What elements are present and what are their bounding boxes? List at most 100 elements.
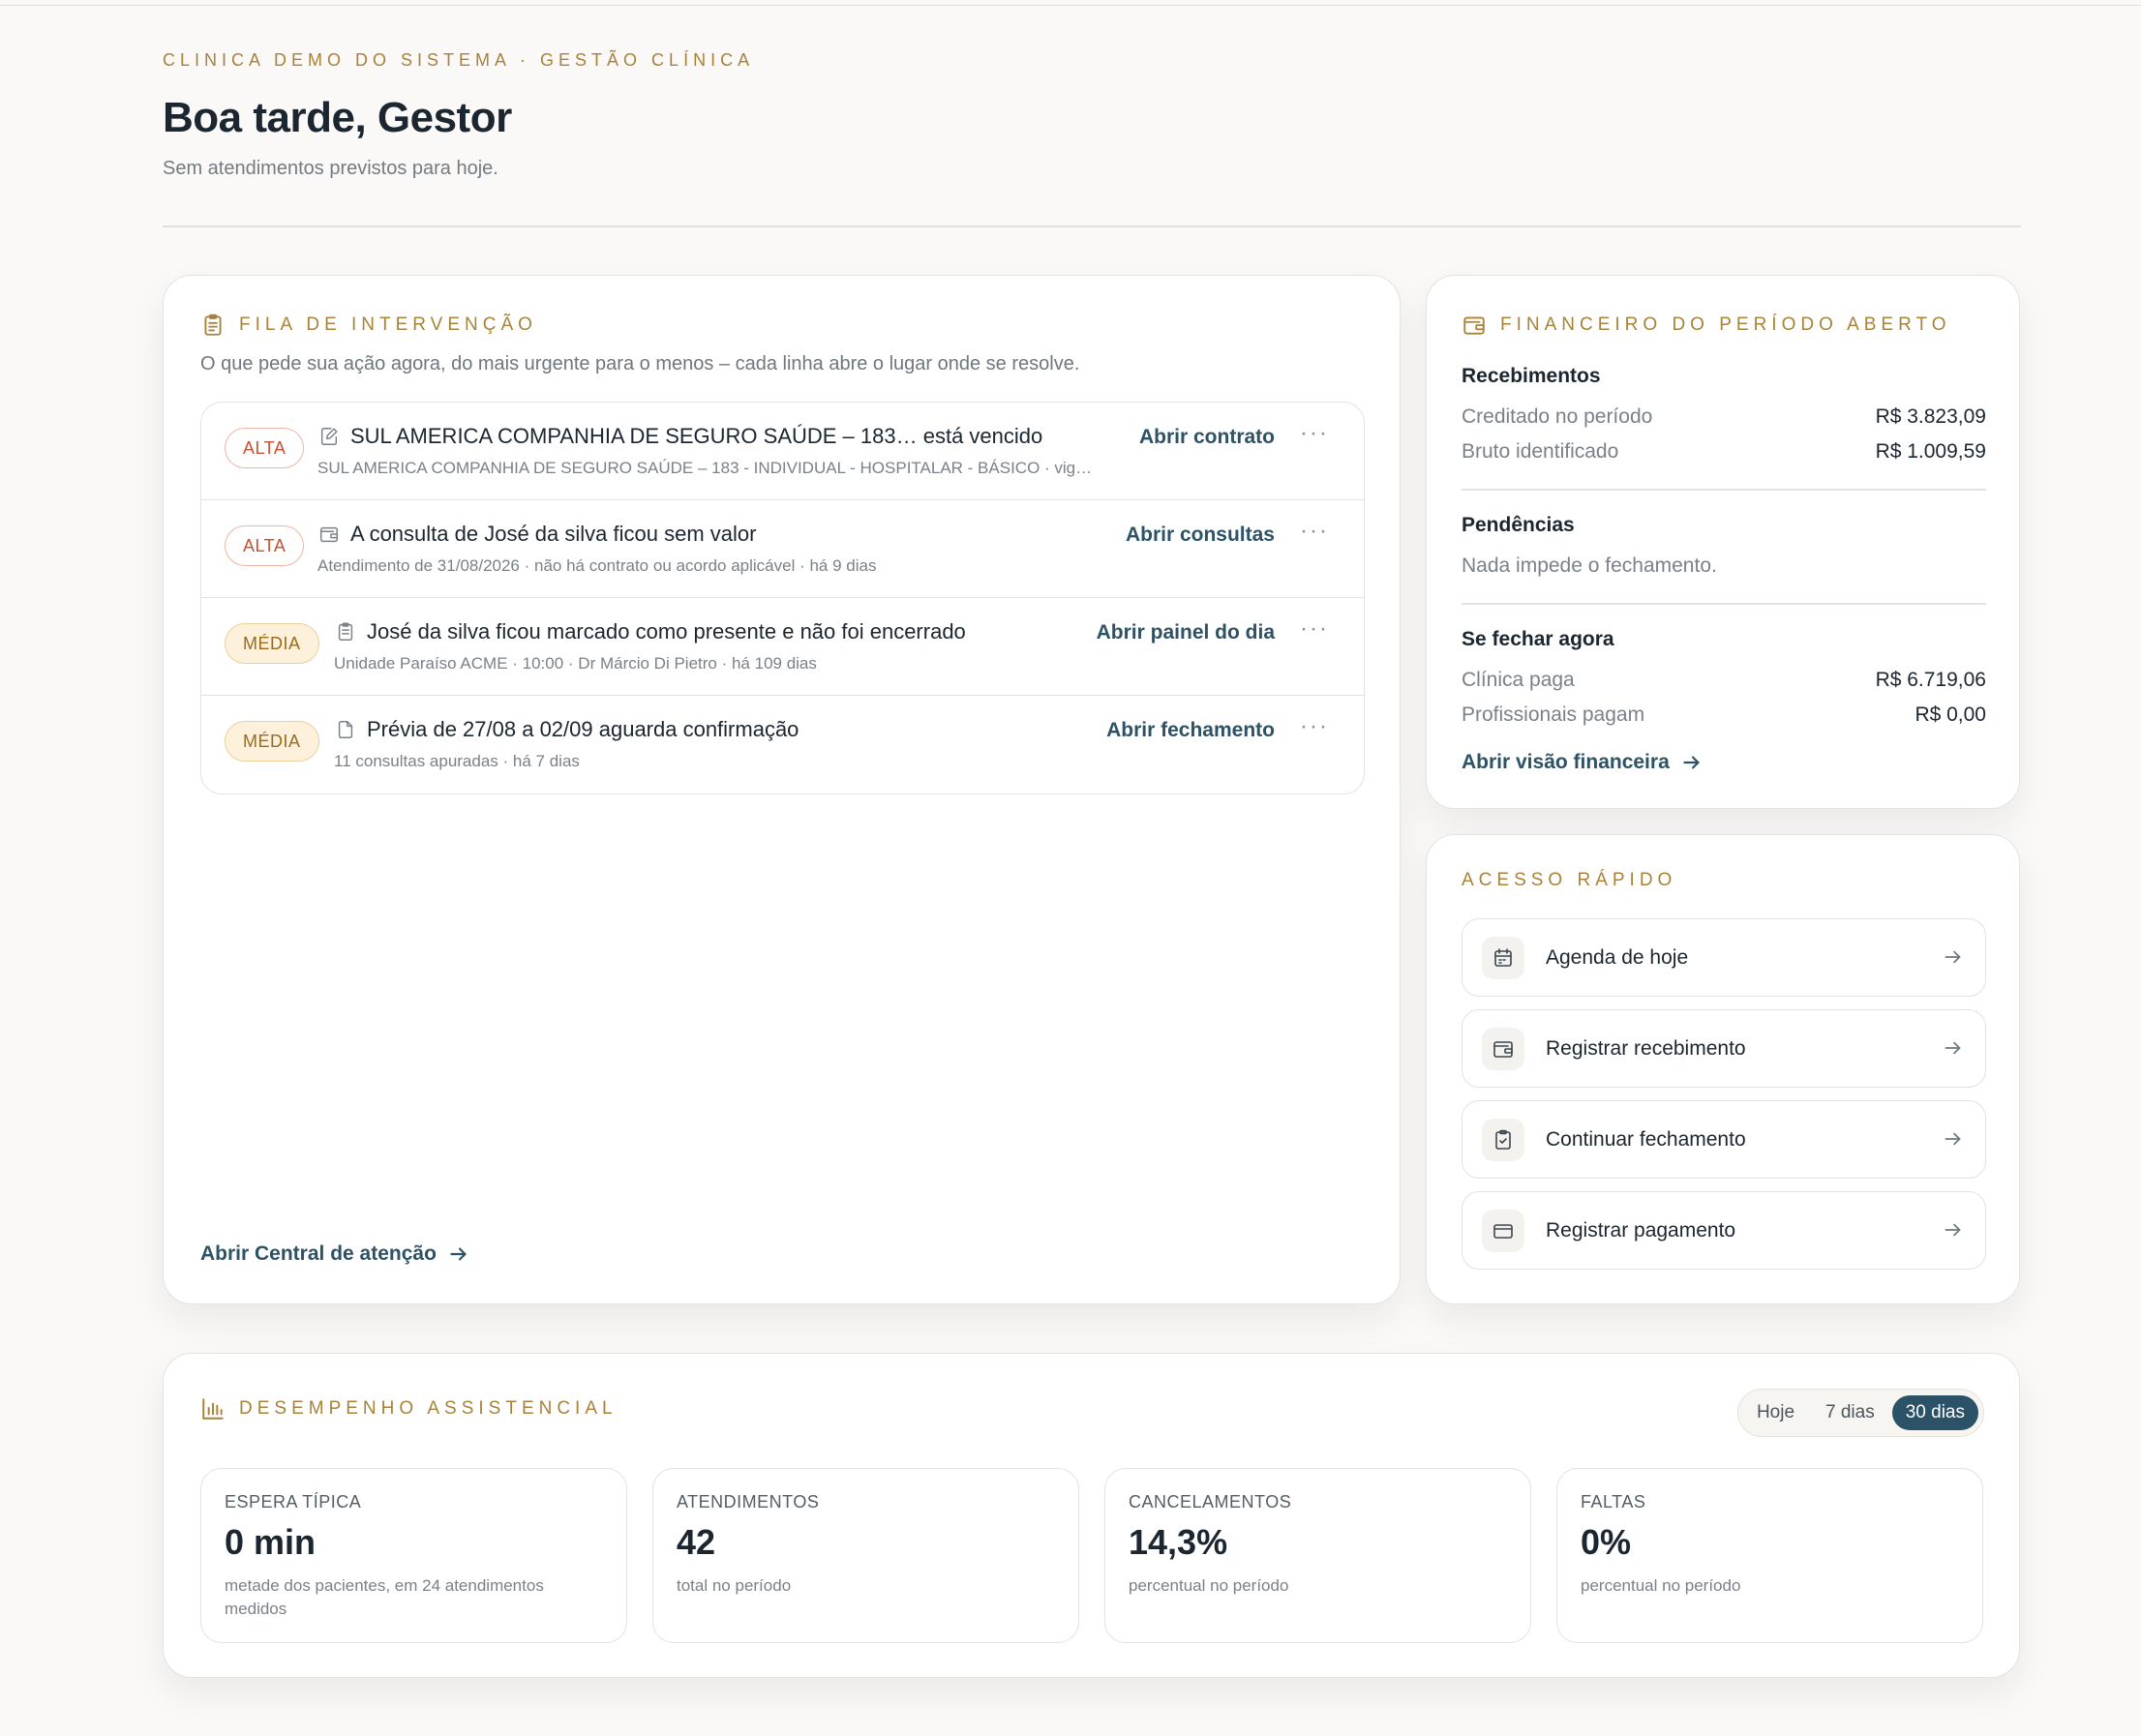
quick-access-card: ACESSO RÁPIDO Agenda de hoje Registrar r…	[1426, 834, 2020, 1304]
finance-row-label: Creditado no período	[1462, 405, 1653, 428]
intervention-list: ALTA SUL AMERICA COMPANHIA DE SEGURO SAÚ…	[200, 402, 1365, 794]
intervention-queue-card: FILA DE INTERVENÇÃO O que pede sua ação …	[163, 275, 1401, 1304]
queue-row[interactable]: ALTA SUL AMERICA COMPANHIA DE SEGURO SAÚ…	[201, 403, 1364, 500]
open-attention-center-link[interactable]: Abrir Central de atenção	[200, 1242, 471, 1267]
more-options-button[interactable]: ···	[1300, 713, 1329, 740]
finance-row-label: Profissionais pagam	[1462, 703, 1645, 726]
queue-row-subtitle: Unidade Paraíso ACME · 10:00 · Dr Márcio…	[334, 654, 817, 673]
metric-label: CANCELAMENTOS	[1129, 1492, 1292, 1512]
queue-row-subtitle: Atendimento de 31/08/2026 · não há contr…	[317, 556, 877, 575]
period-option-30-days[interactable]: 30 dias	[1891, 1395, 1978, 1430]
finance-header: FINANCEIRO DO PERÍODO ABERTO	[1462, 313, 1951, 338]
period-selector: Hoje 7 dias 30 dias	[1736, 1389, 1984, 1437]
metric-value: 0%	[1581, 1522, 1632, 1562]
metric-value: 42	[677, 1522, 716, 1562]
queue-row-title: A consulta de José da silva ficou sem va…	[350, 522, 757, 546]
finance-row-value: R$ 3.823,09	[1875, 405, 1986, 428]
arrow-right-icon	[1945, 1132, 1961, 1146]
metric-description: total no período	[677, 1576, 792, 1595]
calendar-icon	[1482, 936, 1524, 979]
metric-card-cancellations: CANCELAMENTOS 14,3% percentual no períod…	[1104, 1468, 1531, 1643]
bar-chart-icon	[200, 1396, 226, 1422]
arrow-right-icon	[446, 1242, 471, 1267]
queue-row[interactable]: MÉDIA José da silva ficou marcado como p…	[201, 598, 1364, 696]
metric-card-wait-time: ESPERA TÍPICA 0 min metade dos pacientes…	[200, 1468, 627, 1643]
finance-row: Bruto identificado R$ 1.009,59	[1462, 434, 1986, 469]
finance-row-label: Clínica paga	[1462, 669, 1575, 691]
open-contract-link[interactable]: Abrir contrato	[1139, 426, 1275, 449]
arrow-right-icon	[1945, 1041, 1961, 1055]
more-options-button[interactable]: ···	[1300, 615, 1329, 643]
clipboard-check-icon	[1482, 1118, 1524, 1161]
performance-title: DESEMPENHO ASSISTENCIAL	[239, 1398, 618, 1419]
metric-label: ATENDIMENTOS	[677, 1492, 820, 1512]
quick-access-item-register-payment[interactable]: Registrar pagamento	[1462, 1191, 1986, 1270]
period-option-7-days[interactable]: 7 dias	[1812, 1395, 1888, 1430]
metric-card-no-shows: FALTAS 0% percentual no período	[1556, 1468, 1983, 1643]
close-now-heading: Se fechar agora	[1462, 628, 1614, 650]
finance-row: Creditado no período R$ 3.823,09	[1462, 400, 1986, 434]
finance-divider	[1462, 603, 1986, 605]
quick-access-item-agenda[interactable]: Agenda de hoje	[1462, 918, 1986, 997]
document-icon	[334, 718, 357, 741]
quick-access-item-continue-closing[interactable]: Continuar fechamento	[1462, 1100, 1986, 1179]
priority-badge: ALTA	[225, 525, 305, 566]
period-option-today[interactable]: Hoje	[1743, 1395, 1808, 1430]
intervention-queue-description: O que pede sua ação agora, do mais urgen…	[200, 353, 1080, 374]
quick-access-label: Continuar fechamento	[1546, 1127, 1746, 1151]
page-title: Boa tarde, Gestor	[163, 94, 512, 141]
wallet-icon	[317, 523, 341, 546]
priority-badge: MÉDIA	[225, 721, 319, 762]
arrow-right-icon	[1945, 950, 1961, 964]
queue-row[interactable]: ALTA A consulta de José da silva ficou s…	[201, 500, 1364, 598]
finance-row-label: Bruto identificado	[1462, 440, 1619, 463]
open-consultations-link[interactable]: Abrir consultas	[1126, 524, 1275, 547]
queue-row-subtitle: SUL AMERICA COMPANHIA DE SEGURO SAÚDE – …	[317, 459, 1093, 477]
finance-body: Recebimentos Creditado no período R$ 3.8…	[1462, 365, 1986, 775]
finance-row-value: R$ 6.719,06	[1875, 669, 1986, 691]
wallet-icon	[1482, 1027, 1524, 1070]
metric-value: 14,3%	[1129, 1522, 1228, 1562]
page-header: CLINICA DEMO DO SISTEMA · GESTÃO CLÍNICA…	[163, 50, 2021, 180]
priority-badge: MÉDIA	[225, 623, 319, 664]
wallet-icon	[1462, 313, 1487, 338]
metric-description: percentual no período	[1581, 1576, 1741, 1595]
more-options-button[interactable]: ···	[1300, 420, 1329, 447]
page-subtitle: Sem atendimentos previstos para hoje.	[163, 158, 498, 179]
top-border	[0, 5, 2141, 6]
finance-row-value: R$ 0,00	[1915, 703, 1986, 726]
intervention-queue-title: FILA DE INTERVENÇÃO	[239, 314, 537, 335]
finance-row: Clínica paga R$ 6.719,06	[1462, 663, 1986, 698]
credit-card-icon	[1482, 1209, 1524, 1252]
pending-note: Nada impede o fechamento.	[1462, 554, 1717, 577]
open-closing-link[interactable]: Abrir fechamento	[1106, 719, 1275, 742]
receipts-heading: Recebimentos	[1462, 365, 1601, 387]
finance-row: Profissionais pagam R$ 0,00	[1462, 698, 1986, 733]
quick-access-label: Registrar pagamento	[1546, 1218, 1736, 1242]
metrics-row: ESPERA TÍPICA 0 min metade dos pacientes…	[200, 1468, 1983, 1643]
queue-row-title: SUL AMERICA COMPANHIA DE SEGURO SAÚDE – …	[350, 424, 1043, 448]
finance-title: FINANCEIRO DO PERÍODO ABERTO	[1500, 314, 1951, 335]
open-finance-view-label: Abrir visão financeira	[1462, 751, 1670, 773]
arrow-right-icon	[1679, 750, 1704, 775]
finance-row-value: R$ 1.009,59	[1875, 440, 1986, 463]
clipboard-list-icon	[200, 313, 226, 338]
open-finance-view-link[interactable]: Abrir visão financeira	[1462, 750, 1986, 775]
arrow-right-icon	[1945, 1223, 1961, 1237]
open-day-panel-link[interactable]: Abrir painel do dia	[1097, 621, 1275, 644]
metric-card-appointments: ATENDIMENTOS 42 total no período	[652, 1468, 1079, 1643]
priority-badge: ALTA	[225, 428, 305, 468]
quick-access-item-register-receipt[interactable]: Registrar recebimento	[1462, 1009, 1986, 1088]
clinic-eyebrow: CLINICA DEMO DO SISTEMA · GESTÃO CLÍNICA	[163, 50, 755, 70]
metric-description: percentual no período	[1129, 1576, 1289, 1595]
quick-access-header: ACESSO RÁPIDO	[1462, 870, 1676, 891]
open-attention-center-label: Abrir Central de atenção	[200, 1242, 437, 1265]
finance-card: FINANCEIRO DO PERÍODO ABERTO Recebimento…	[1426, 275, 2020, 809]
metric-label: FALTAS	[1581, 1492, 1646, 1512]
quick-access-label: Agenda de hoje	[1546, 945, 1689, 969]
queue-row-title: José da silva ficou marcado como present…	[367, 619, 966, 644]
more-options-button[interactable]: ···	[1300, 518, 1329, 545]
queue-row[interactable]: MÉDIA Prévia de 27/08 a 02/09 aguarda co…	[201, 696, 1364, 793]
metric-description: metade dos pacientes, em 24 atendimentos…	[225, 1576, 544, 1618]
quick-access-label: Registrar recebimento	[1546, 1036, 1746, 1060]
